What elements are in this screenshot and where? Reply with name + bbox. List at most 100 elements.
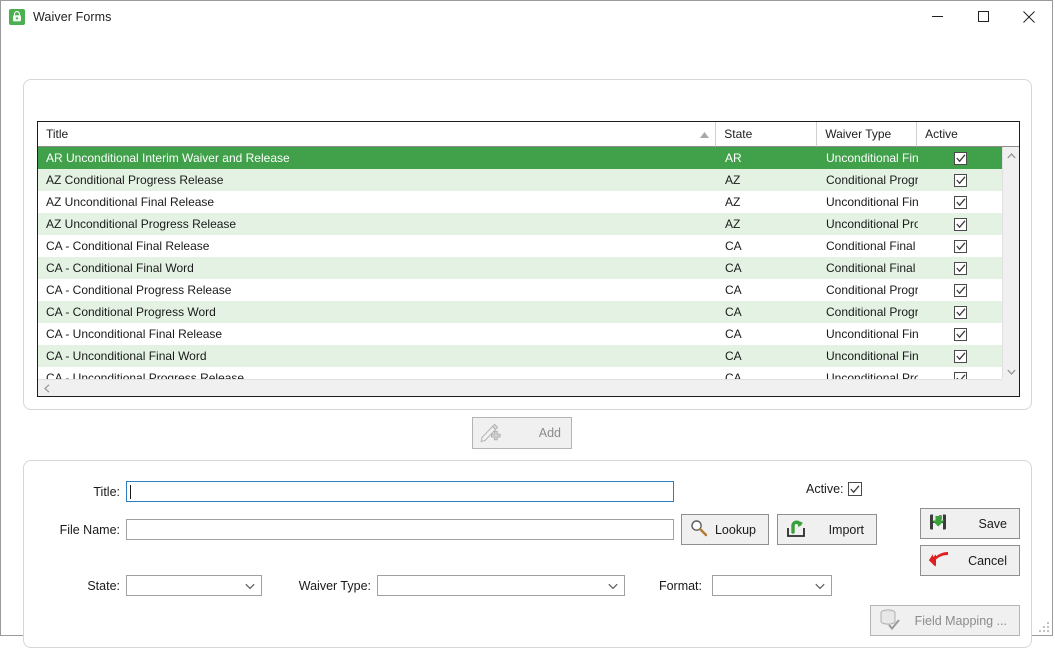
cell-state: CA xyxy=(725,239,742,253)
cell-state: CA xyxy=(725,261,742,275)
file-name-input-value xyxy=(130,520,670,539)
title-bar: Waiver Forms xyxy=(1,1,1052,32)
cell-active xyxy=(918,169,1003,191)
cell-title: AZ Conditional Progress Release xyxy=(46,173,224,187)
row-active-checkbox[interactable] xyxy=(954,239,967,253)
row-active-checkbox[interactable] xyxy=(954,261,967,275)
close-button[interactable] xyxy=(1006,1,1052,32)
cell-waiver-type: Conditional Progr... xyxy=(826,173,918,187)
minimize-button[interactable] xyxy=(914,1,960,32)
format-select[interactable] xyxy=(712,575,832,596)
table-row[interactable]: AR Unconditional Interim Waiver and Rele… xyxy=(38,147,1019,169)
grid-header-scroll-spacer xyxy=(1002,122,1019,147)
file-name-input[interactable] xyxy=(126,519,674,540)
cell-active xyxy=(918,301,1003,323)
field-mapping-button[interactable]: Field Mapping ... xyxy=(870,605,1020,636)
waiver-forms-window: Waiver Forms Title State Waiver Type Act… xyxy=(0,0,1053,648)
cell-title: CA - Unconditional Final Word xyxy=(46,349,207,363)
add-button[interactable]: Add xyxy=(472,417,572,449)
resize-grip[interactable] xyxy=(1038,621,1050,633)
lookup-button[interactable]: Lookup xyxy=(681,514,769,545)
cell-waiver-type: Unconditional Final xyxy=(826,349,918,363)
row-active-checkbox[interactable] xyxy=(954,305,967,319)
waiver-grid[interactable]: Title State Waiver Type Active AR Uncond… xyxy=(37,121,1020,397)
cell-title: CA - Conditional Progress Release xyxy=(46,283,232,297)
cell-state: AZ xyxy=(725,195,741,209)
format-field-label: Format: xyxy=(658,579,702,593)
cell-waiver-type: Conditional Final xyxy=(826,261,916,275)
column-header-title[interactable]: Title xyxy=(38,122,717,147)
floppy-disk-icon xyxy=(928,512,948,535)
table-row[interactable]: CA - Unconditional Final Release CA Uncond… xyxy=(38,323,1019,345)
cell-active xyxy=(918,345,1003,367)
save-button[interactable]: Save xyxy=(920,508,1020,539)
app-icon xyxy=(9,8,25,25)
row-active-checkbox[interactable] xyxy=(954,349,967,363)
file-name-field-label: File Name: xyxy=(59,523,120,537)
waiver-type-field-label: Waiver Type: xyxy=(298,579,371,593)
column-header-state[interactable]: State xyxy=(716,122,818,147)
column-header-title-label: Title xyxy=(46,127,69,141)
grid-body: AR Unconditional Interim Waiver and Rele… xyxy=(38,147,1019,380)
cell-active xyxy=(918,279,1003,301)
window-title: Waiver Forms xyxy=(33,9,112,24)
grid-header-row: Title State Waiver Type Active xyxy=(38,122,1019,147)
table-row[interactable]: AZ Conditional Progress Release AZ Conditi… xyxy=(38,169,1019,191)
cancel-button[interactable]: Cancel xyxy=(920,545,1020,576)
import-button-label: Import xyxy=(828,522,864,537)
cell-active xyxy=(918,147,1003,169)
row-active-checkbox[interactable] xyxy=(954,151,967,165)
table-row[interactable]: AZ Unconditional Progress Release AZ Uncon… xyxy=(38,213,1019,235)
maximize-button[interactable] xyxy=(960,1,1006,32)
grid-horizontal-scrollbar[interactable] xyxy=(38,379,1019,397)
title-input[interactable] xyxy=(126,481,674,502)
cell-title: AR Unconditional Interim Waiver and Rele… xyxy=(46,151,290,165)
chevron-down-icon xyxy=(608,579,618,593)
row-active-checkbox[interactable] xyxy=(954,173,967,187)
cell-state: AZ xyxy=(725,173,741,187)
scroll-left-icon[interactable] xyxy=(38,380,55,397)
red-arrow-icon xyxy=(928,549,950,572)
table-row[interactable]: CA - Unconditional Final Word CA Unconditi… xyxy=(38,345,1019,367)
cell-active xyxy=(918,235,1003,257)
grid-vertical-scrollbar[interactable] xyxy=(1002,147,1019,380)
chevron-down-icon xyxy=(245,579,255,593)
cell-waiver-type: Unconditional Final xyxy=(826,327,918,341)
cell-active xyxy=(918,213,1003,235)
state-select[interactable] xyxy=(126,575,262,596)
cell-waiver-type: Unconditional Final xyxy=(826,195,918,209)
column-header-waiver-type-label: Waiver Type xyxy=(825,127,892,141)
row-active-checkbox[interactable] xyxy=(954,283,967,297)
cell-active xyxy=(918,323,1003,345)
scroll-up-icon[interactable] xyxy=(1003,147,1020,164)
save-button-label: Save xyxy=(978,516,1008,531)
content-area: Title State Waiver Type Active AR Uncond… xyxy=(1,32,1052,648)
title-field-label: Title: xyxy=(93,485,120,499)
waiver-type-select[interactable] xyxy=(377,575,625,596)
row-active-checkbox[interactable] xyxy=(954,195,967,209)
cell-waiver-type: Unconditional Final xyxy=(826,151,918,165)
cell-title: CA - Conditional Progress Word xyxy=(46,305,216,319)
import-button[interactable]: Import xyxy=(777,514,877,545)
column-header-waiver-type[interactable]: Waiver Type xyxy=(817,122,918,147)
cell-state: CA xyxy=(725,305,742,319)
table-row[interactable]: CA - Conditional Final Release CA Conditio… xyxy=(38,235,1019,257)
column-header-active[interactable]: Active xyxy=(917,122,1003,147)
cell-waiver-type: Unconditional Pro... xyxy=(826,217,918,231)
row-active-checkbox[interactable] xyxy=(954,217,967,231)
cell-state: CA xyxy=(725,327,742,341)
table-row[interactable]: CA - Conditional Progress Word CA Conditio… xyxy=(38,301,1019,323)
cell-title: AZ Unconditional Final Release xyxy=(46,195,215,209)
table-row[interactable]: CA - Conditional Progress Release CA Condi… xyxy=(38,279,1019,301)
table-row[interactable]: CA - Conditional Final Word CA Conditional… xyxy=(38,257,1019,279)
state-field-label: State: xyxy=(87,579,120,593)
cell-state: AZ xyxy=(725,217,741,231)
import-arrow-icon xyxy=(785,518,807,542)
table-row[interactable]: AZ Unconditional Final Release AZ Uncondit… xyxy=(38,191,1019,213)
column-header-active-label: Active xyxy=(925,127,958,141)
cell-state: CA xyxy=(725,349,742,363)
waiver-list-panel: Title State Waiver Type Active AR Uncond… xyxy=(23,79,1032,410)
row-active-checkbox[interactable] xyxy=(954,327,967,341)
scroll-down-icon[interactable] xyxy=(1003,363,1020,380)
active-checkbox[interactable] xyxy=(848,482,862,496)
